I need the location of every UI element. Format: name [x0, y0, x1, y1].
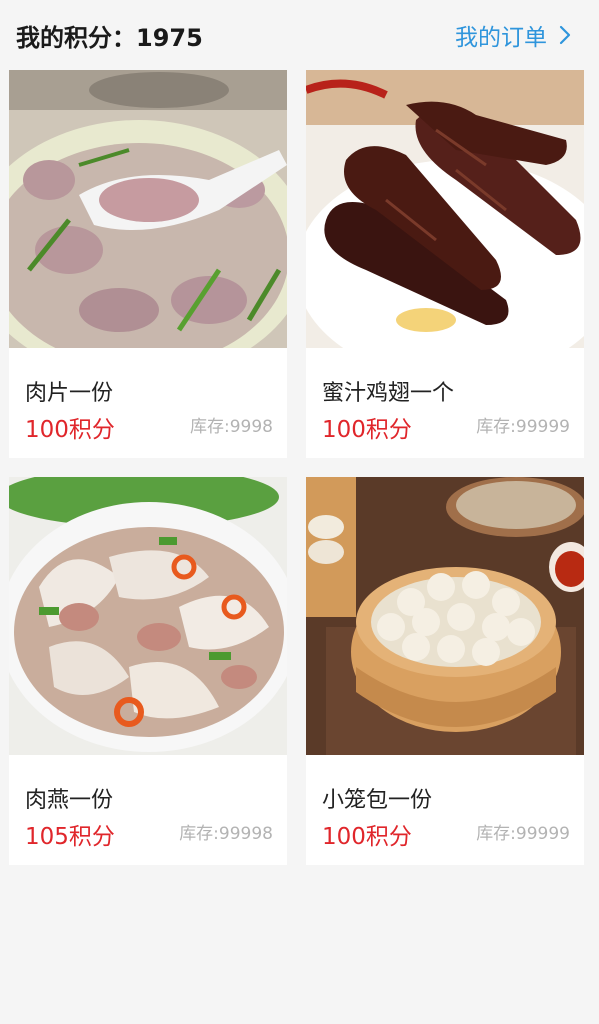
chevron-right-icon [557, 24, 573, 46]
product-price: 105积分 [25, 824, 115, 850]
xiaolongbao-image [306, 477, 584, 755]
product-name: 小笼包一份 [322, 788, 433, 813]
rouyan-wonton-image [9, 477, 287, 755]
points-total: 我的积分：1975 [16, 24, 203, 52]
product-stock: 库存:99999 [476, 824, 570, 844]
product-name: 肉片一份 [25, 381, 114, 406]
product-stock: 库存:99998 [179, 824, 273, 844]
meat-slice-soup-image [9, 70, 287, 348]
product-card[interactable]: 肉片一份 100积分 库存:9998 [9, 70, 287, 458]
product-card[interactable]: 蜜汁鸡翅一个 100积分 库存:99999 [306, 70, 584, 458]
my-orders-label: 我的订单 [455, 25, 547, 51]
honey-chicken-wings-image [306, 70, 584, 348]
product-stock: 库存:9998 [190, 417, 273, 437]
my-orders-link[interactable]: 我的订单 [455, 18, 573, 52]
product-price: 100积分 [25, 417, 115, 443]
product-price: 100积分 [322, 417, 412, 443]
product-name: 肉燕一份 [25, 788, 114, 813]
product-card[interactable]: 小笼包一份 100积分 库存:99999 [306, 477, 584, 865]
product-name: 蜜汁鸡翅一个 [322, 381, 455, 406]
product-price: 100积分 [322, 824, 412, 850]
header-bar: 我的积分：1975 我的订单 [0, 0, 599, 68]
product-stock: 库存:99999 [476, 417, 570, 437]
product-card[interactable]: 肉燕一份 105积分 库存:99998 [9, 477, 287, 865]
